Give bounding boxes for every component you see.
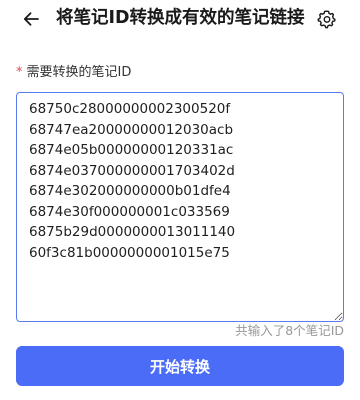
gear-icon [317,10,336,29]
ids-field-label-text: 需要转换的笔记ID [26,65,132,80]
settings-button[interactable] [314,6,340,32]
start-convert-button[interactable]: 开始转换 [16,346,344,386]
page-title: 将笔记ID转换成有效的笔记链接 [56,8,305,28]
required-mark: * [16,65,23,80]
note-ids-textarea[interactable] [16,92,344,322]
back-button[interactable] [18,6,44,32]
ids-field-label: * 需要转换的笔记ID [16,64,131,82]
arrow-left-icon [23,12,39,26]
ids-count-text: 共输入了8个笔记ID [235,323,344,338]
app-header: 将笔记ID转换成有效的笔记链接 [0,0,360,36]
